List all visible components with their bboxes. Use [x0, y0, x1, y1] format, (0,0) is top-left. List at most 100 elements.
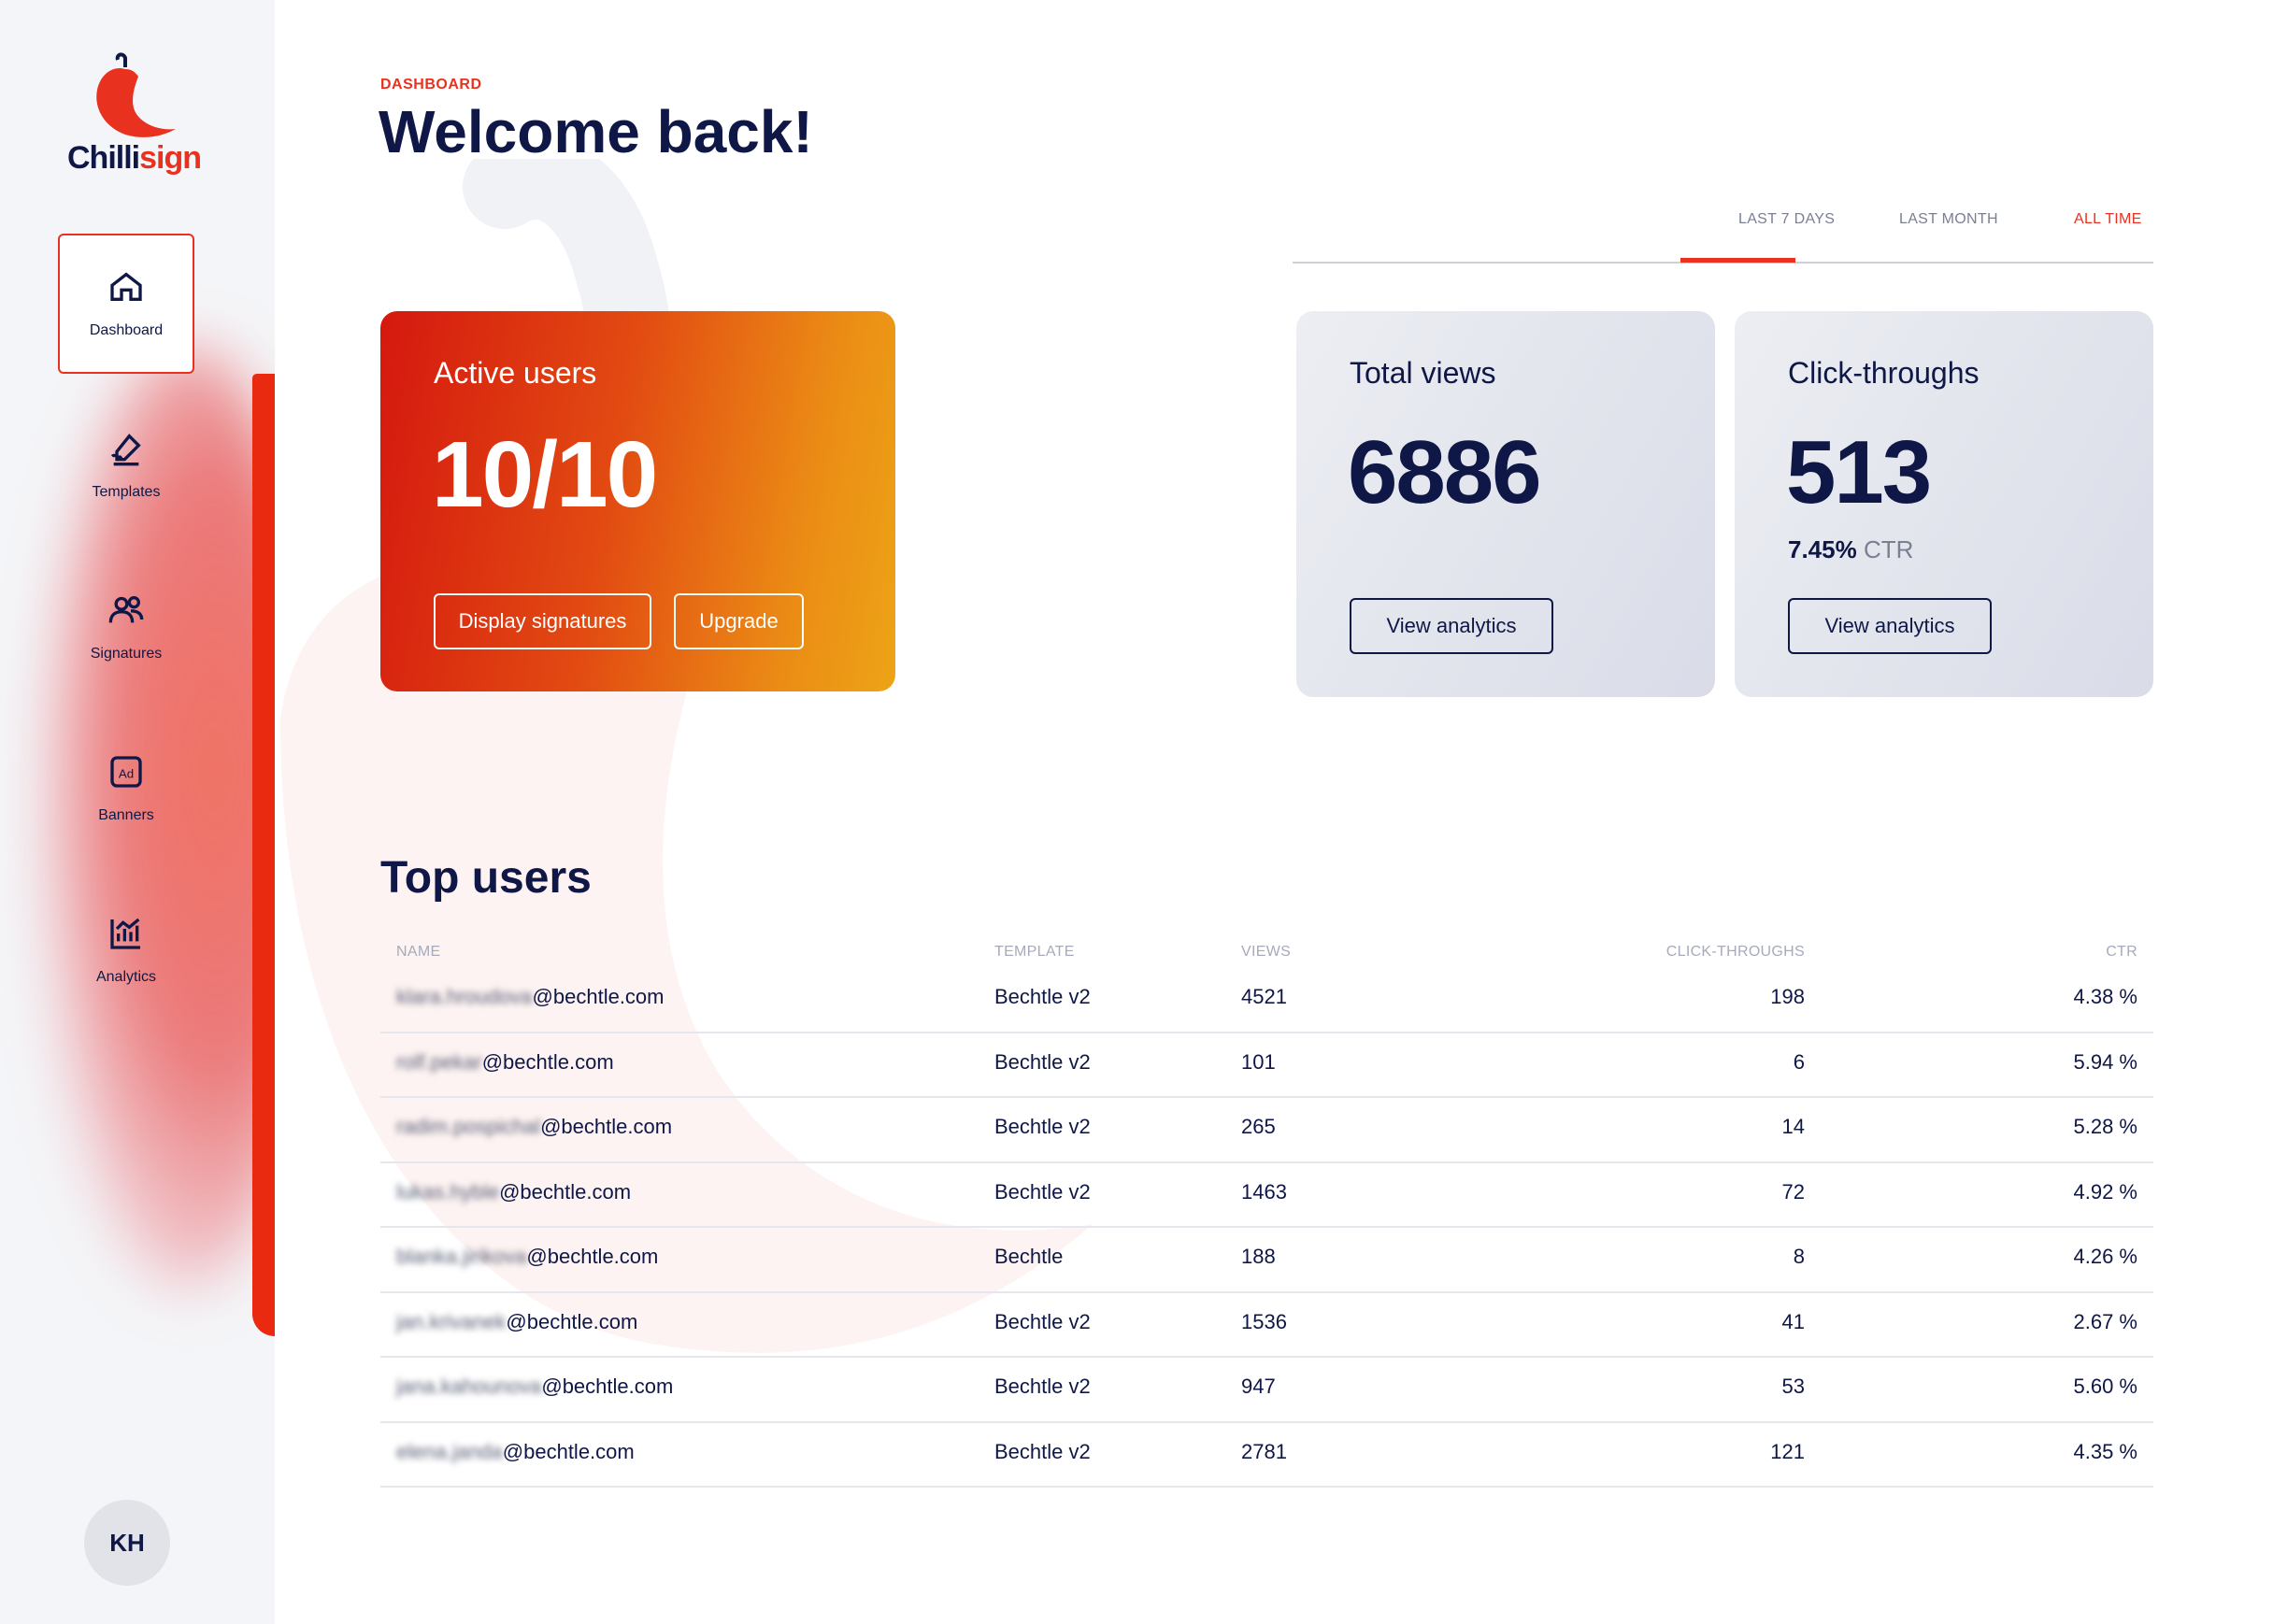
views-cell: 1536: [1241, 1309, 1287, 1333]
display-signatures-button[interactable]: Display signatures: [434, 593, 651, 649]
column-header-views[interactable]: VIEWS: [1241, 944, 1291, 961]
table-row[interactable]: rolf.pekar@bechtle.com Bechtle v2 101 6 5.94…: [380, 1033, 2153, 1098]
signature-pen-icon: [110, 434, 141, 466]
card-title: Click-throughs: [1788, 356, 1980, 390]
template-cell: Bechtle: [994, 1245, 1064, 1268]
ctr-cell: 4.26 %: [2073, 1245, 2138, 1268]
user-email: radim.pospichal@bechtle.com: [396, 1115, 672, 1139]
ctr-cell: 5.60 %: [2073, 1375, 2138, 1398]
user-email: elena.janda@bechtle.com: [396, 1440, 635, 1464]
views-cell: 2781: [1241, 1439, 1287, 1463]
user-domain: @bechtle.com: [532, 985, 665, 1008]
column-header-name[interactable]: NAME: [396, 944, 440, 961]
views-cell: 101: [1241, 1049, 1276, 1074]
sidebar-item-templates[interactable]: Templates: [58, 395, 194, 535]
logo-wordmark: Chillisign: [67, 140, 202, 176]
page-title: Welcome back!: [379, 98, 813, 165]
active-users-value: 10/10: [432, 422, 658, 527]
page-eyebrow: DASHBOARD: [380, 77, 482, 93]
active-tab-indicator: [1680, 258, 1795, 263]
chart-icon: [110, 918, 140, 949]
user-domain: @bechtle.com: [540, 1115, 673, 1138]
sidebar: Chillisign Dashboard Templates Signature…: [0, 0, 275, 1624]
table-row[interactable]: lukas.hyble@bechtle.com Bechtle v2 1463 72 4…: [380, 1163, 2153, 1228]
views-cell: 265: [1241, 1115, 1276, 1138]
user-name-redacted: jan.krivanek: [396, 1309, 507, 1333]
sidebar-item-signatures[interactable]: Signatures: [58, 557, 194, 697]
column-header-template[interactable]: TEMPLATE: [994, 944, 1075, 961]
user-name-redacted: klara.hroudova: [396, 985, 533, 1008]
click-throughs-cell: 72: [1781, 1179, 1805, 1204]
ctr-cell: 4.92 %: [2073, 1179, 2138, 1204]
table-row[interactable]: jan.krivanek@bechtle.com Bechtle v2 1536 41…: [380, 1293, 2153, 1358]
user-domain: @bechtle.com: [526, 1245, 659, 1268]
ctr-value: 7.45%: [1788, 535, 1857, 563]
views-cell: 947: [1241, 1375, 1276, 1398]
user-email: jan.krivanek@bechtle.com: [396, 1310, 637, 1334]
user-domain: @bechtle.com: [506, 1309, 638, 1333]
sidebar-item-analytics[interactable]: Analytics: [58, 880, 194, 1020]
table-row[interactable]: jana.kahounova@bechtle.com Bechtle v2 947 5…: [380, 1358, 2153, 1423]
upgrade-button[interactable]: Upgrade: [674, 593, 804, 649]
views-cell: 188: [1241, 1245, 1276, 1268]
table-row[interactable]: elena.janda@bechtle.com Bechtle v2 2781 121…: [380, 1423, 2153, 1488]
user-email: klara.hroudova@bechtle.com: [396, 985, 665, 1009]
user-email: rolf.pekar@bechtle.com: [396, 1050, 614, 1075]
user-domain: @bechtle.com: [499, 1179, 632, 1204]
tab-last-month[interactable]: LAST MONTH: [1899, 211, 1998, 228]
user-name-redacted: radim.pospichal: [396, 1115, 541, 1138]
ctr-summary: 7.45% CTR: [1788, 535, 1913, 564]
user-name-redacted: elena.janda: [396, 1439, 503, 1463]
ctr-label: CTR: [1863, 535, 1914, 563]
click-throughs-cell: 53: [1781, 1375, 1805, 1398]
template-cell: Bechtle v2: [994, 1049, 1091, 1074]
user-email: blanka.jirikova@bechtle.com: [396, 1245, 658, 1269]
sidebar-item-label: Signatures: [90, 646, 163, 662]
column-header-click-throughs[interactable]: CLICK-THROUGHS: [1666, 944, 1805, 961]
tab-last-7-days[interactable]: LAST 7 DAYS: [1738, 211, 1835, 228]
view-analytics-button[interactable]: View analytics: [1788, 598, 1992, 654]
column-header-ctr[interactable]: CTR: [2106, 944, 2137, 961]
avatar[interactable]: KH: [84, 1500, 170, 1586]
sidebar-item-label: Dashboard: [89, 322, 164, 338]
table-body: klara.hroudova@bechtle.com Bechtle v2 4521…: [380, 968, 2153, 1488]
table-row[interactable]: blanka.jirikova@bechtle.com Bechtle 188 8 4.…: [380, 1228, 2153, 1293]
user-name-redacted: lukas.hyble: [396, 1179, 500, 1204]
click-throughs-cell: 6: [1793, 1049, 1805, 1074]
click-throughs-cell: 121: [1770, 1439, 1805, 1463]
template-cell: Bechtle v2: [994, 1309, 1091, 1333]
tab-all-time[interactable]: ALL TIME: [2074, 211, 2142, 228]
home-icon: [110, 272, 142, 301]
ctr-cell: 5.94 %: [2073, 1049, 2138, 1074]
click-throughs-cell: 198: [1770, 985, 1805, 1008]
ctr-cell: 2.67 %: [2073, 1309, 2138, 1333]
sidebar-item-dashboard[interactable]: Dashboard: [58, 234, 194, 374]
user-domain: @bechtle.com: [541, 1375, 674, 1398]
user-domain: @bechtle.com: [502, 1439, 635, 1463]
click-throughs-value: 513: [1786, 422, 1932, 522]
template-cell: Bechtle v2: [994, 1439, 1091, 1463]
total-views-value: 6886: [1348, 422, 1542, 522]
click-throughs-cell: 8: [1793, 1245, 1805, 1268]
table-row[interactable]: klara.hroudova@bechtle.com Bechtle v2 4521…: [380, 968, 2153, 1033]
template-cell: Bechtle v2: [994, 1179, 1091, 1204]
user-email: lukas.hyble@bechtle.com: [396, 1180, 631, 1204]
card-title: Total views: [1350, 356, 1496, 390]
click-throughs-cell: 14: [1781, 1115, 1805, 1138]
table-header: NAME TEMPLATE VIEWS CLICK-THROUGHS CTR: [380, 944, 2153, 968]
active-users-card: Active users 10/10 Display signatures Up…: [380, 311, 895, 691]
table-row[interactable]: radim.pospichal@bechtle.com Bechtle v2 265…: [380, 1098, 2153, 1163]
click-throughs-card: Click-throughs 513 7.45% CTR View analyt…: [1735, 311, 2153, 697]
section-title: Top users: [380, 853, 592, 903]
view-analytics-button[interactable]: View analytics: [1350, 598, 1553, 654]
top-users-table: NAME TEMPLATE VIEWS CLICK-THROUGHS CTR k…: [380, 944, 2153, 1488]
ctr-cell: 4.38 %: [2073, 985, 2138, 1008]
template-cell: Bechtle v2: [994, 985, 1091, 1008]
sidebar-item-label: Templates: [92, 484, 161, 500]
total-views-card: Total views 6886 View analytics: [1296, 311, 1715, 697]
user-domain: @bechtle.com: [481, 1049, 614, 1074]
date-range-tabs: LAST 7 DAYS LAST MONTH ALL TIME: [1293, 187, 2153, 264]
sidebar-item-banners[interactable]: Ad Banners: [58, 719, 194, 859]
template-cell: Bechtle v2: [994, 1115, 1091, 1138]
svg-text:Ad: Ad: [119, 767, 134, 781]
